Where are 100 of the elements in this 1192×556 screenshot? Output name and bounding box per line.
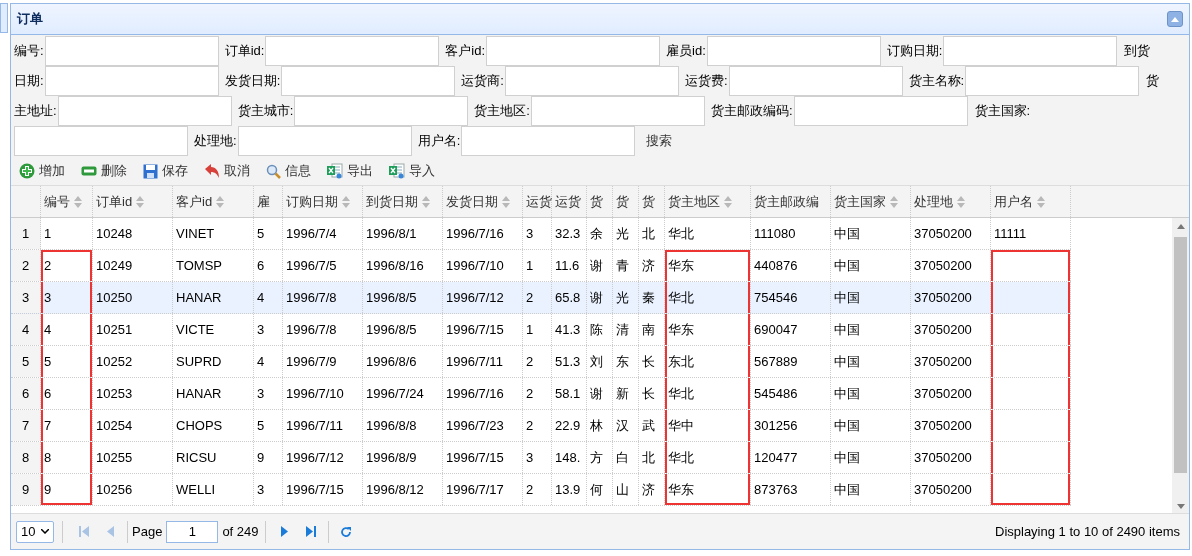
column-header[interactable]: 订购日期 bbox=[283, 186, 363, 217]
table-cell: 10256 bbox=[93, 474, 173, 505]
toolbar-button[interactable]: 删除 bbox=[77, 159, 131, 183]
table-cell: 1996/7/15 bbox=[443, 314, 523, 345]
field-label: 货主邮政编码: bbox=[710, 102, 793, 121]
input-field[interactable] bbox=[265, 36, 440, 66]
table-cell: 37050200 bbox=[911, 442, 991, 473]
table-cell: 1996/7/15 bbox=[283, 474, 363, 505]
toolbar-button[interactable]: 取消 bbox=[200, 159, 254, 183]
table-row[interactable]: 8 8 10255 RICSU 9 1996/7/12 1996/8/9 1996/7/15 3 148. 方 白 北 华北 120477 中国 37050200 bbox=[11, 442, 1071, 474]
toolbar-button[interactable]: 信息 bbox=[262, 159, 315, 183]
table-cell: 3 bbox=[254, 314, 283, 345]
table-row[interactable]: 4 4 10251 VICTE 3 1996/7/8 1996/8/5 1996/7/15 1 41.3 陈 清 南 华东 690047 中国 37050200 bbox=[11, 314, 1071, 346]
table-cell: 37050200 bbox=[911, 250, 991, 281]
table-cell: 中国 bbox=[831, 442, 911, 473]
table-cell: 清 bbox=[613, 314, 639, 345]
table-cell: 陈 bbox=[587, 314, 613, 345]
input-field[interactable] bbox=[44, 66, 219, 96]
scrollbar-thumb[interactable] bbox=[1174, 237, 1187, 473]
row-number: 4 bbox=[11, 314, 41, 345]
table-cell: 4 bbox=[41, 314, 93, 345]
input-field[interactable] bbox=[486, 36, 661, 66]
table-cell: 华北 bbox=[665, 282, 751, 313]
input-field[interactable] bbox=[728, 66, 903, 96]
table-cell: 1996/8/12 bbox=[363, 474, 443, 505]
table-cell: 1996/7/15 bbox=[443, 442, 523, 473]
table-row[interactable]: 1 1 10248 VINET 5 1996/7/4 1996/8/1 1996/7/16 3 32.3 余 光 北 华北 111080 中国 37050200 11111 bbox=[11, 218, 1071, 250]
column-header[interactable]: 货主地区 bbox=[665, 186, 751, 217]
field-label: 货主国家: bbox=[974, 102, 1031, 121]
row-number: 8 bbox=[11, 442, 41, 473]
column-header[interactable]: 编号 bbox=[41, 186, 93, 217]
table-row[interactable]: 3 3 10250 HANAR 4 1996/7/8 1996/8/5 1996/7/12 2 65.8 谢 光 秦 华北 754546 中国 37050200 bbox=[11, 282, 1071, 314]
table-row[interactable]: 2 2 10249 TOMSP 6 1996/7/5 1996/8/16 1996/7/10 1 11.6 谢 青 济 华东 440876 中国 37050200 bbox=[11, 250, 1071, 282]
input-field[interactable] bbox=[706, 36, 881, 66]
sort-icon bbox=[890, 195, 898, 208]
input-field[interactable] bbox=[530, 96, 705, 126]
table-row[interactable]: 6 6 10253 HANAR 3 1996/7/10 1996/7/24 1996/7/16 2 58.1 谢 新 长 华北 545486 中国 37050200 bbox=[11, 378, 1071, 410]
field-label: 日期: bbox=[14, 72, 44, 91]
sort-icon bbox=[342, 195, 350, 208]
table-cell: 1996/7/11 bbox=[443, 346, 523, 377]
input-field[interactable] bbox=[793, 96, 968, 126]
scroll-up-icon bbox=[1176, 224, 1185, 229]
table-row[interactable]: 5 5 10252 SUPRD 4 1996/7/9 1996/8/6 1996/7/11 2 51.3 刘 东 长 东北 567889 中国 37050200 bbox=[11, 346, 1071, 378]
table-cell: 37050200 bbox=[911, 218, 991, 249]
column-header[interactable]: 客户id bbox=[173, 186, 254, 217]
pager-summary: Displaying 1 to 10 of 2490 items bbox=[995, 522, 1180, 541]
field-label: 发货日期: bbox=[224, 72, 281, 91]
table-cell: 1996/7/12 bbox=[443, 282, 523, 313]
input-field[interactable] bbox=[57, 96, 232, 126]
scrollbar[interactable] bbox=[1172, 218, 1189, 513]
table-cell: 111080 bbox=[751, 218, 831, 249]
table-cell: 10254 bbox=[93, 410, 173, 441]
collapse-button[interactable] bbox=[1167, 11, 1183, 27]
splitter-handle[interactable] bbox=[0, 3, 8, 33]
input-field[interactable] bbox=[14, 126, 188, 156]
input-field[interactable] bbox=[44, 36, 219, 66]
input-field[interactable] bbox=[281, 66, 456, 96]
table-cell: 9 bbox=[41, 474, 93, 505]
field-label: 用户名: bbox=[417, 132, 461, 151]
toolbar-button[interactable]: 增加 bbox=[15, 159, 69, 183]
search-link[interactable]: 搜索 bbox=[646, 131, 673, 151]
table-cell: 华东 bbox=[665, 314, 751, 345]
first-page-icon bbox=[79, 526, 89, 537]
table-cell: 6 bbox=[41, 378, 93, 409]
page-number-field[interactable]: 1 bbox=[166, 520, 219, 543]
column-header: 货 bbox=[587, 186, 613, 217]
table-cell: 武 bbox=[639, 410, 665, 441]
page-size-select[interactable]: 10 bbox=[16, 520, 54, 543]
toolbar-button[interactable]: 导出 bbox=[323, 159, 377, 183]
table-cell: 中国 bbox=[831, 474, 911, 505]
column-header[interactable]: 发货日期 bbox=[443, 186, 523, 217]
table-row[interactable]: 7 7 10254 CHOPS 5 1996/7/11 1996/8/8 1996/7/23 2 22.9 林 汉 武 华中 301256 中国 37050200 bbox=[11, 410, 1071, 442]
table-cell: 方 bbox=[587, 442, 613, 473]
table-cell: 301256 bbox=[751, 410, 831, 441]
input-field[interactable] bbox=[237, 126, 412, 156]
toolbar-button[interactable]: 导入 bbox=[385, 159, 439, 183]
column-header[interactable]: 订单id bbox=[93, 186, 173, 217]
input-field[interactable] bbox=[504, 66, 679, 96]
panel-title: 订单 bbox=[17, 10, 43, 29]
spreadsheet-icon bbox=[327, 163, 343, 179]
spreadsheet-icon bbox=[389, 163, 405, 179]
field-label: 主地址: bbox=[14, 102, 57, 121]
column-header: 货 bbox=[639, 186, 665, 217]
input-field[interactable] bbox=[965, 66, 1140, 96]
table-cell: 2 bbox=[523, 346, 552, 377]
input-field[interactable] bbox=[943, 36, 1118, 66]
column-header[interactable]: 到货日期 bbox=[363, 186, 443, 217]
column-header[interactable]: 处理地 bbox=[911, 186, 991, 217]
column-header[interactable]: 货主国家 bbox=[831, 186, 911, 217]
table-cell: 37050200 bbox=[911, 410, 991, 441]
toolbar-button[interactable]: 保存 bbox=[139, 159, 192, 183]
table-row[interactable]: 9 9 10256 WELLI 3 1996/7/15 1996/8/12 1996/7/17 2 13.9 何 山 济 华东 873763 中国 37050200 bbox=[11, 474, 1071, 506]
table-cell: 567889 bbox=[751, 346, 831, 377]
table-cell: 37050200 bbox=[911, 314, 991, 345]
table-cell: 谢 bbox=[587, 282, 613, 313]
input-field[interactable] bbox=[461, 126, 636, 156]
table-cell: 2 bbox=[41, 250, 93, 281]
column-header: 运货 bbox=[552, 186, 587, 217]
input-field[interactable] bbox=[294, 96, 469, 126]
column-header[interactable]: 用户名 bbox=[991, 186, 1071, 217]
